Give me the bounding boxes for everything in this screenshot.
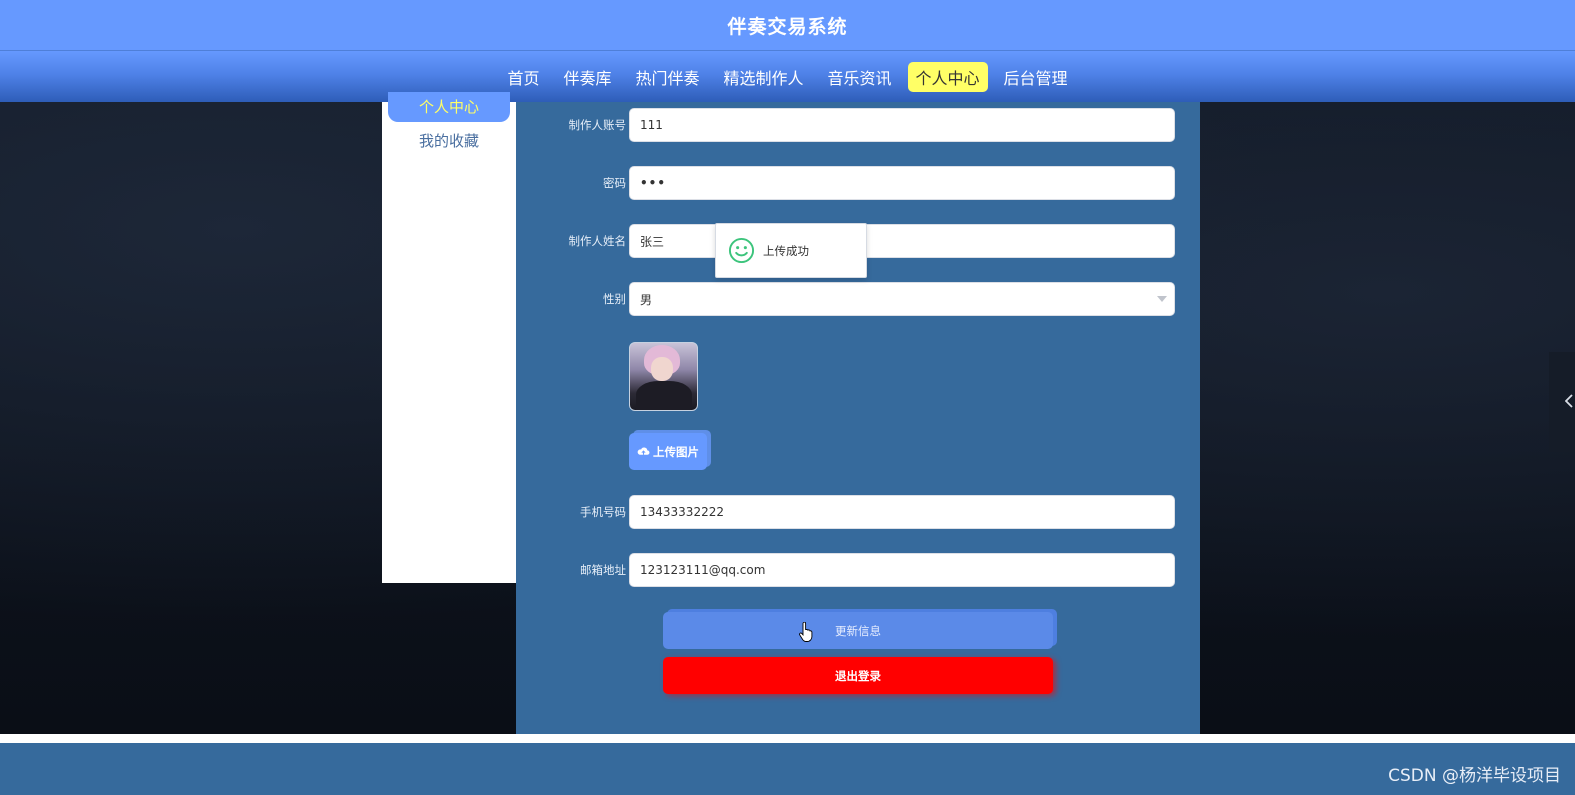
gender-label: 性别 <box>603 292 626 306</box>
logout-button[interactable]: 退出登录 <box>663 657 1053 694</box>
main-nav: 首页 伴奏库 热门伴奏 精选制作人 音乐资讯 个人中心 后台管理 <box>0 51 1575 102</box>
upload-image-label: 上传图片 <box>653 444 699 459</box>
account-row: 制作人账号 <box>516 108 1200 142</box>
side-menu-active-item[interactable]: 个人中心 <box>388 92 510 122</box>
site-title: 伴奏交易系统 <box>727 15 848 38</box>
nav-item-hot[interactable]: 热门伴奏 <box>627 62 707 92</box>
nav-item-producers[interactable]: 精选制作人 <box>715 62 811 92</box>
account-label: 制作人账号 <box>568 118 627 132</box>
name-label: 制作人姓名 <box>568 234 627 248</box>
profile-form-panel: 制作人账号 密码 制作人姓名 性别 上传图片 手机号码 邮箱地址 更新信息 退出… <box>516 102 1200 734</box>
nav-item-home[interactable]: 首页 <box>499 62 547 92</box>
nav-item-library[interactable]: 伴奏库 <box>555 62 619 92</box>
nav-item-personal-center[interactable]: 个人中心 <box>907 61 988 92</box>
side-menu: 个人中心 我的收藏 <box>382 92 516 583</box>
nav-item-news[interactable]: 音乐资讯 <box>820 62 900 92</box>
smile-icon <box>728 237 755 264</box>
email-row: 邮箱地址 <box>516 553 1200 587</box>
name-input[interactable] <box>629 224 1175 258</box>
phone-input[interactable] <box>629 495 1175 529</box>
hand-cursor-icon <box>799 622 813 642</box>
gender-select[interactable] <box>629 282 1175 316</box>
cloud-upload-icon <box>637 447 650 455</box>
phone-row: 手机号码 <box>516 495 1200 529</box>
nav-item-admin[interactable]: 后台管理 <box>996 62 1076 92</box>
chevron-left-icon <box>1565 394 1573 408</box>
site-header: 伴奏交易系统 <box>0 0 1575 51</box>
watermark-text: CSDN @杨洋毕设项目 <box>1388 766 1561 786</box>
footer-divider <box>0 734 1575 743</box>
upload-success-toast: 上传成功 <box>715 223 867 278</box>
password-row: 密码 <box>516 166 1200 200</box>
update-info-button[interactable]: 更新信息 <box>663 612 1053 649</box>
page-footer: CSDN @杨洋毕设项目 <box>0 743 1575 795</box>
side-menu-item-favorites[interactable]: 我的收藏 <box>382 130 516 151</box>
side-menu-active-label: 个人中心 <box>418 98 479 116</box>
upload-image-button[interactable]: 上传图片 <box>629 433 707 470</box>
side-drawer-toggle[interactable] <box>1549 352 1575 452</box>
toast-message: 上传成功 <box>763 243 809 258</box>
email-input[interactable] <box>629 553 1175 587</box>
email-label: 邮箱地址 <box>580 563 626 577</box>
password-label: 密码 <box>603 176 626 190</box>
account-input[interactable] <box>629 108 1175 142</box>
password-input[interactable] <box>629 166 1175 200</box>
avatar-image[interactable] <box>629 342 698 411</box>
phone-label: 手机号码 <box>580 505 626 519</box>
gender-row: 性别 <box>516 282 1200 316</box>
chevron-down-icon <box>1157 296 1167 302</box>
